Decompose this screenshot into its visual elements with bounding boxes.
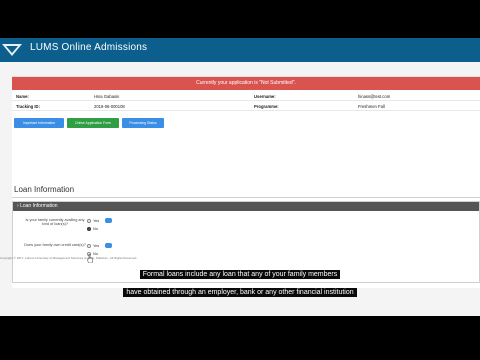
q2-help-icon[interactable] [105,243,112,248]
question-credit-card: Does your family own credit card(s)? [24,243,86,247]
info-row-tracking: Tracking ID: 2018-06-000108 Programme: F… [12,102,480,111]
username-label: Username: [254,94,276,99]
important-info-button[interactable]: Important Information [14,118,64,128]
q1-option-no[interactable]: No [87,227,98,231]
q1-option-yes[interactable]: Yes [87,219,99,223]
q1-help-icon[interactable] [105,218,112,223]
programme-label: Programme: [254,104,279,109]
programme-value: Freshmen Fall [358,104,385,109]
loan-section-title: Loan Information [14,185,75,194]
video-caption: Formal loans include any loan that any o… [0,263,480,299]
section-divider [12,197,480,198]
q1-no-label: No [93,227,98,231]
app-header: LUMS Online Admissions [0,38,480,62]
username-value: hinass@test.com [358,94,391,99]
q1-radio-no[interactable] [87,227,91,231]
question-loan: Is your family currently availing any ki… [25,218,85,226]
header-title: LUMS Online Admissions [30,42,148,53]
q1-yes-label: Yes [93,219,100,223]
q2-radio-yes[interactable] [87,244,91,248]
q2-option-yes[interactable]: Yes [87,244,99,248]
q1-radio-yes[interactable] [87,219,91,223]
tracking-value: 2018-06-000108 [94,104,125,109]
caption-line-1: Formal loans include any loan that any o… [139,270,341,279]
name-value: Hina Gabasin [94,94,120,99]
name-label: Name: [16,94,29,99]
video-frame: LUMS Online Admissions Currently your ap… [0,0,480,360]
loan-box-header: › Loan Information [13,202,479,211]
info-row-name: Name: Hina Gabasin Username: hinass@test… [12,92,480,101]
q2-yes-label: Yes [93,244,100,248]
online-form-button[interactable]: Online Application Form [67,118,119,128]
lums-logo-icon [2,44,22,56]
loan-box-title: Loan Information [20,203,58,209]
status-alert: Currently your application is "Not Submi… [12,77,480,90]
processing-status-button[interactable]: Processing Status [122,118,164,128]
copyright-text: Copyright © 2017, Lahore University of M… [0,256,138,260]
tracking-label: Tracking ID: [16,104,40,109]
caption-line-2: have obtained through an employer, bank … [123,288,357,297]
